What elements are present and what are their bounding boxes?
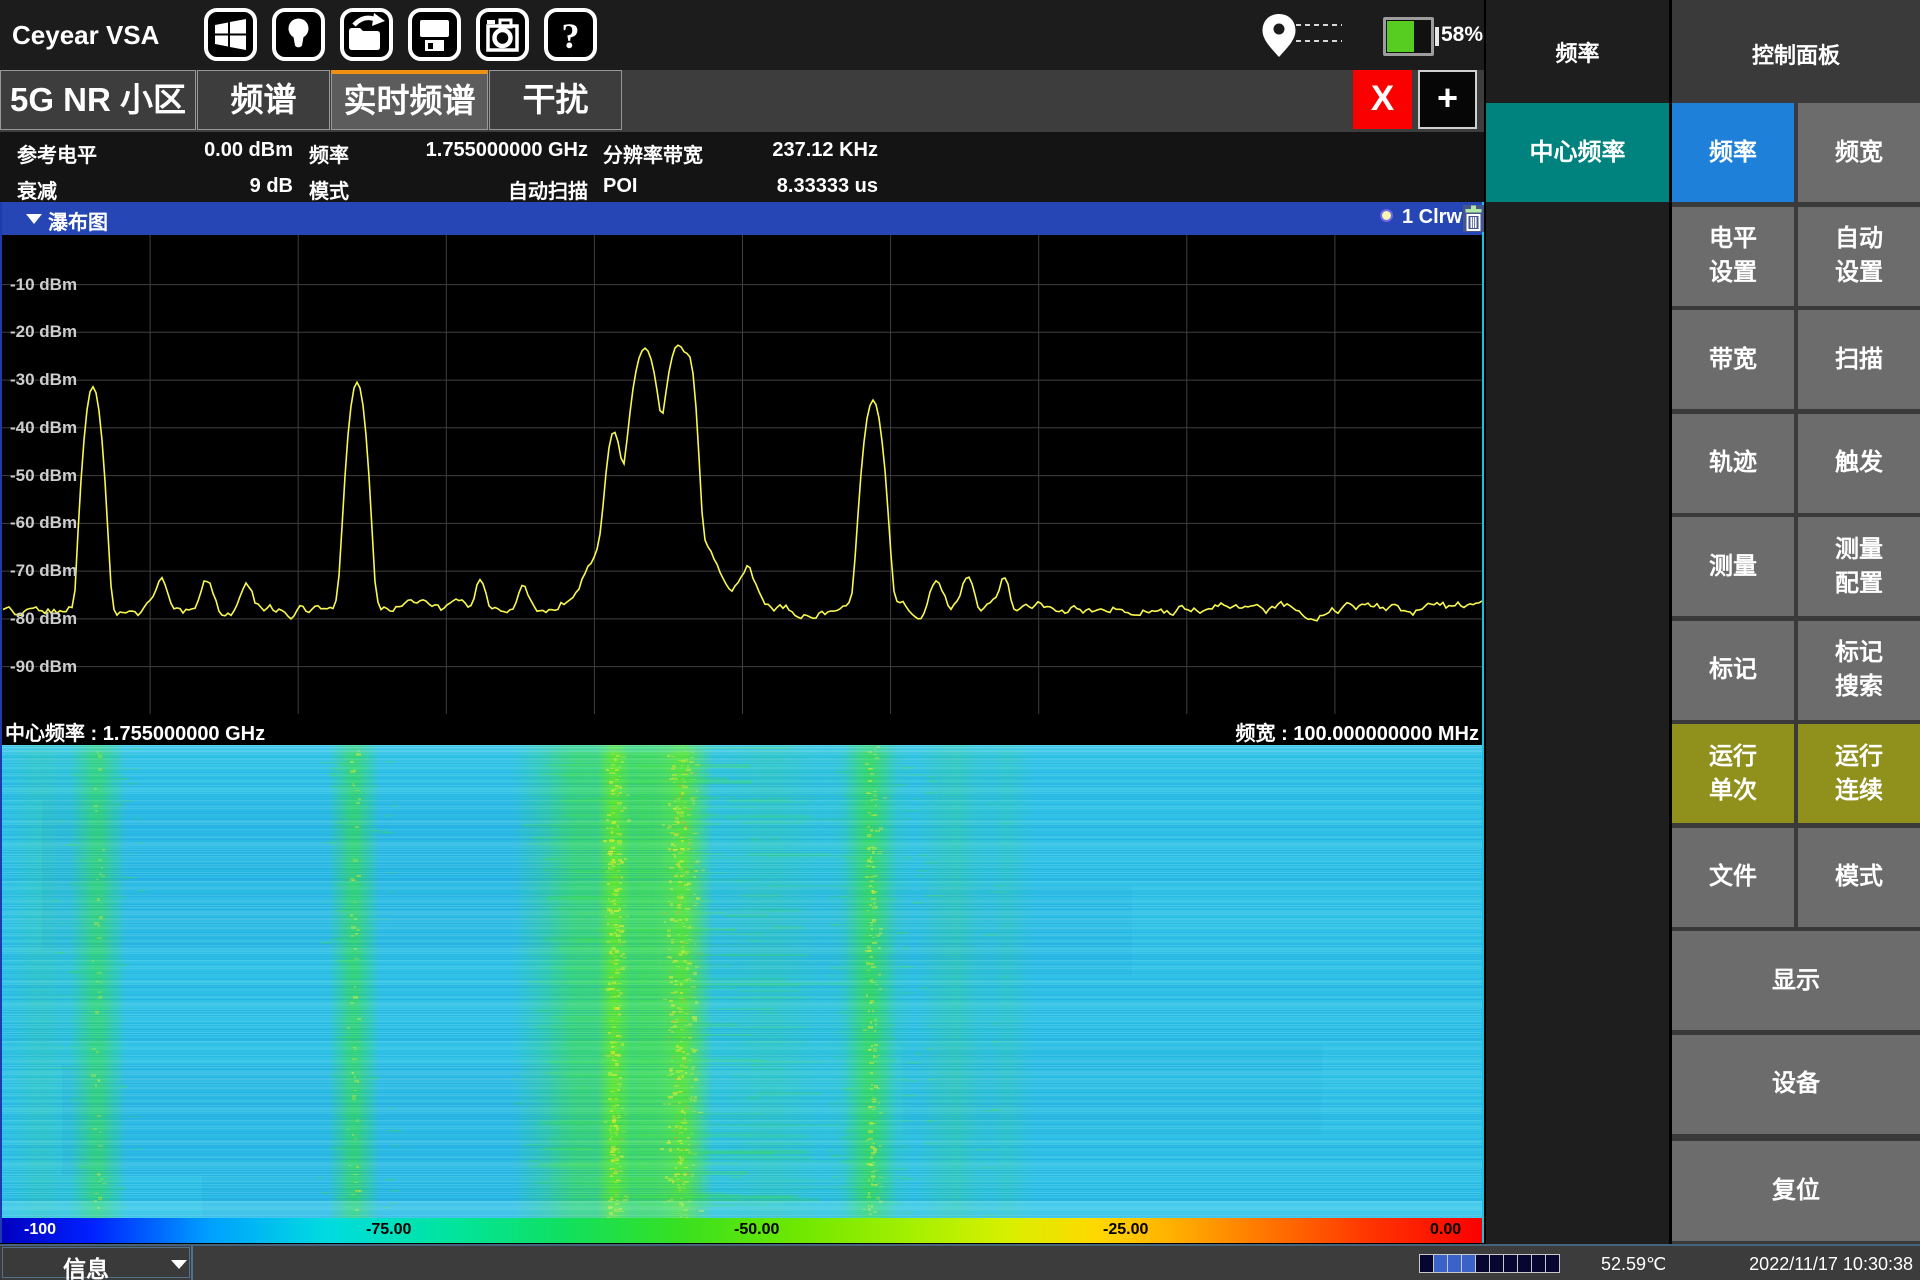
svg-text:?: ?	[562, 16, 580, 56]
